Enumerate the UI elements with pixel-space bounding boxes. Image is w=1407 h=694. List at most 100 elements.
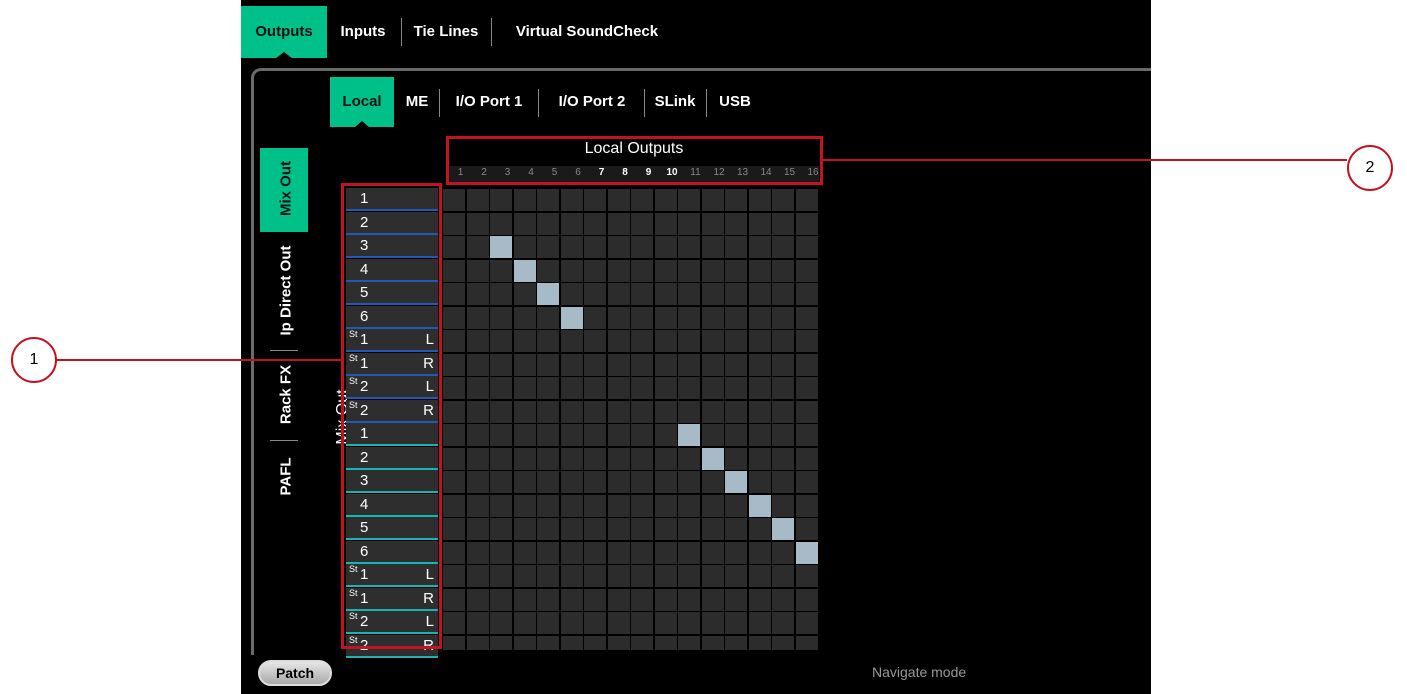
matrix-cell[interactable] bbox=[443, 612, 465, 634]
matrix-cell[interactable] bbox=[560, 541, 583, 564]
matrix-cell[interactable] bbox=[513, 447, 536, 470]
matrix-cell[interactable] bbox=[443, 565, 465, 587]
matrix-cell[interactable] bbox=[513, 330, 536, 352]
matrix-cell[interactable] bbox=[772, 189, 794, 211]
matrix-cell[interactable] bbox=[678, 494, 700, 517]
matrix-cell[interactable] bbox=[584, 635, 606, 650]
matrix-cell[interactable] bbox=[466, 353, 489, 376]
matrix-cell[interactable] bbox=[537, 635, 559, 650]
matrix-cell[interactable] bbox=[607, 518, 630, 540]
matrix-cell[interactable] bbox=[654, 330, 677, 352]
matrix-cell[interactable] bbox=[584, 424, 606, 446]
matrix-cell[interactable] bbox=[513, 494, 536, 517]
matrix-cell[interactable] bbox=[678, 635, 700, 650]
matrix-cell[interactable] bbox=[584, 189, 606, 211]
matrix-cell[interactable] bbox=[631, 541, 653, 564]
matrix-cell[interactable] bbox=[631, 494, 653, 517]
matrix-cell[interactable] bbox=[443, 447, 465, 470]
matrix-cell[interactable] bbox=[772, 377, 794, 399]
matrix-cell[interactable] bbox=[654, 377, 677, 399]
matrix-cell[interactable] bbox=[701, 353, 724, 376]
matrix-cell[interactable] bbox=[678, 306, 700, 329]
matrix-cell[interactable] bbox=[678, 518, 700, 540]
matrix-cell[interactable] bbox=[725, 330, 747, 352]
matrix-cell[interactable] bbox=[748, 424, 771, 446]
matrix-cell[interactable] bbox=[654, 353, 677, 376]
matrix-cell[interactable] bbox=[725, 212, 747, 235]
matrix-cell[interactable] bbox=[701, 189, 724, 211]
matrix-cell[interactable] bbox=[584, 612, 606, 634]
matrix-cell[interactable] bbox=[513, 377, 536, 399]
matrix-cell[interactable] bbox=[772, 330, 794, 352]
tab-outputs[interactable]: Outputs bbox=[241, 6, 327, 59]
matrix-cell[interactable] bbox=[772, 236, 794, 258]
matrix-cell[interactable] bbox=[678, 330, 700, 352]
matrix-cell[interactable] bbox=[584, 259, 606, 282]
matrix-cell[interactable] bbox=[466, 541, 489, 564]
matrix-cell[interactable] bbox=[466, 283, 489, 305]
matrix-cell[interactable] bbox=[490, 541, 512, 564]
matrix-cell[interactable] bbox=[443, 306, 465, 329]
matrix-cell[interactable] bbox=[490, 259, 512, 282]
matrix-cell[interactable] bbox=[795, 588, 818, 611]
matrix-cell[interactable] bbox=[701, 588, 724, 611]
matrix-cell[interactable] bbox=[607, 494, 630, 517]
matrix-cell[interactable] bbox=[466, 424, 489, 446]
matrix-cell[interactable] bbox=[631, 424, 653, 446]
matrix-cell[interactable] bbox=[513, 541, 536, 564]
matrix-cell[interactable] bbox=[725, 377, 747, 399]
matrix-cell[interactable] bbox=[748, 259, 771, 282]
matrix-cell[interactable] bbox=[772, 565, 794, 587]
matrix-cell[interactable] bbox=[725, 565, 747, 587]
subtab-io-port-1[interactable]: I/O Port 1 bbox=[442, 77, 536, 127]
matrix-cell[interactable] bbox=[678, 400, 700, 423]
matrix-cell[interactable] bbox=[772, 447, 794, 470]
matrix-cell[interactable] bbox=[607, 236, 630, 258]
matrix-cell[interactable] bbox=[560, 377, 583, 399]
matrix-cell[interactable] bbox=[701, 494, 724, 517]
matrix-cell[interactable] bbox=[560, 518, 583, 540]
matrix-cell[interactable] bbox=[795, 494, 818, 517]
matrix-cell[interactable] bbox=[537, 494, 559, 517]
matrix-cell[interactable] bbox=[654, 236, 677, 258]
matrix-cell-patched[interactable] bbox=[748, 494, 771, 517]
matrix-cell[interactable] bbox=[795, 471, 818, 493]
matrix-cell[interactable] bbox=[490, 494, 512, 517]
matrix-cell[interactable] bbox=[725, 612, 747, 634]
matrix-cell[interactable] bbox=[654, 259, 677, 282]
matrix-cell[interactable] bbox=[678, 541, 700, 564]
matrix-cell[interactable] bbox=[795, 565, 818, 587]
matrix-cell[interactable] bbox=[631, 400, 653, 423]
matrix-cell[interactable] bbox=[701, 635, 724, 650]
matrix-cell[interactable] bbox=[748, 447, 771, 470]
matrix-cell[interactable] bbox=[537, 259, 559, 282]
matrix-cell[interactable] bbox=[654, 424, 677, 446]
matrix-cell[interactable] bbox=[537, 377, 559, 399]
matrix-cell[interactable] bbox=[631, 565, 653, 587]
matrix-cell[interactable] bbox=[795, 283, 818, 305]
matrix-cell[interactable] bbox=[490, 212, 512, 235]
matrix-cell[interactable] bbox=[701, 306, 724, 329]
matrix-cell[interactable] bbox=[466, 330, 489, 352]
matrix-cell[interactable] bbox=[443, 588, 465, 611]
matrix-cell[interactable] bbox=[678, 236, 700, 258]
matrix-cell[interactable] bbox=[631, 612, 653, 634]
matrix-cell[interactable] bbox=[607, 353, 630, 376]
matrix-cell[interactable] bbox=[584, 588, 606, 611]
matrix-cell[interactable] bbox=[537, 541, 559, 564]
matrix-cell[interactable] bbox=[560, 447, 583, 470]
matrix-cell[interactable] bbox=[584, 236, 606, 258]
matrix-cell[interactable] bbox=[748, 189, 771, 211]
matrix-cell[interactable] bbox=[701, 400, 724, 423]
matrix-cell[interactable] bbox=[725, 635, 747, 650]
matrix-cell[interactable] bbox=[654, 541, 677, 564]
matrix-cell[interactable] bbox=[537, 612, 559, 634]
matrix-cell[interactable] bbox=[466, 306, 489, 329]
subtab-me[interactable]: ME bbox=[398, 77, 436, 127]
matrix-cell[interactable] bbox=[607, 612, 630, 634]
matrix-cell[interactable] bbox=[725, 353, 747, 376]
matrix-cell[interactable] bbox=[584, 400, 606, 423]
matrix-cell[interactable] bbox=[725, 189, 747, 211]
matrix-cell[interactable] bbox=[725, 283, 747, 305]
matrix-cell[interactable] bbox=[701, 565, 724, 587]
